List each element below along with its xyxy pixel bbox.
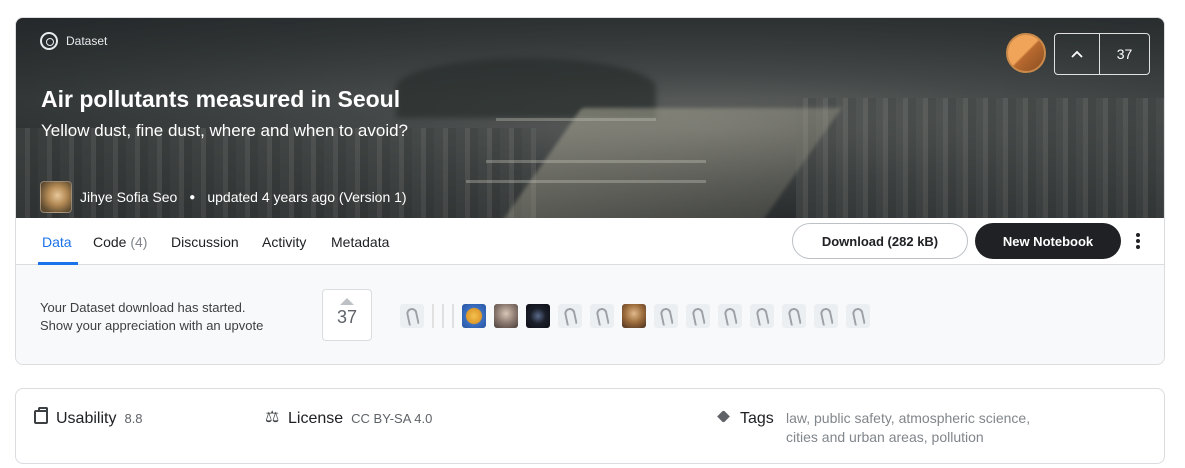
tag-link[interactable]: public safety [814, 410, 891, 426]
voter-avatar[interactable] [462, 304, 486, 328]
tag-link[interactable]: atmospheric science [899, 410, 1027, 426]
usability-item: Usability 8.8 [34, 407, 143, 428]
dataset-icon [40, 32, 58, 50]
voter-avatar [432, 304, 434, 328]
updated-text: updated 4 years ago (Version 1) [207, 189, 407, 205]
banner-river [490, 108, 842, 218]
dataset-subtitle: Yellow dust, fine dust, where and when t… [41, 121, 409, 140]
dataset-info-card: Usability 8.8 License CC BY-SA 4.0 Tags … [15, 388, 1165, 464]
voter-avatar[interactable] [750, 304, 774, 328]
tag-link[interactable]: law [786, 410, 806, 426]
upvote-button[interactable]: 37 [1054, 33, 1150, 75]
banner-city-right [796, 98, 1164, 218]
tag-icon [718, 410, 732, 424]
voter-avatar[interactable] [526, 304, 550, 328]
dataset-title: Air pollutants measured in Seoul [41, 86, 401, 112]
notice-line-1: Your Dataset download has started. [40, 300, 246, 315]
voter-avatar[interactable] [686, 304, 710, 328]
license-item: License CC BY-SA 4.0 [265, 407, 432, 428]
voter-avatar[interactable] [718, 304, 742, 328]
notice-text: Your Dataset download has started. Show … [40, 299, 263, 335]
dataset-type-label: Dataset [40, 32, 107, 50]
tags-label: Tags [740, 410, 774, 427]
separator-dot: ● [189, 191, 196, 203]
banner-bridge [496, 118, 656, 121]
voter-avatar[interactable] [622, 304, 646, 328]
voter-avatars [400, 304, 870, 328]
tag-link[interactable]: cities and urban areas [786, 429, 924, 445]
notice-upvote-count: 37 [336, 307, 358, 327]
voter-avatar [442, 304, 444, 328]
tags-item: Tags [718, 409, 774, 428]
new-notebook-button[interactable]: New Notebook [975, 223, 1121, 259]
banner-bridge [486, 160, 706, 163]
license-label: License [288, 410, 344, 427]
license-value[interactable]: CC BY-SA 4.0 [351, 411, 432, 426]
notice-line-2: Show your appreciation with an upvote [40, 318, 264, 333]
voter-avatar[interactable] [494, 304, 518, 328]
voter-avatar [452, 304, 454, 328]
voter-avatar[interactable] [590, 304, 614, 328]
usability-icon [34, 407, 48, 424]
tab-code-label: Code [93, 234, 127, 250]
dataset-card: Dataset Air pollutants measured in Seoul… [15, 17, 1165, 365]
notice-upvote-button[interactable]: 37 [322, 289, 372, 341]
voter-avatar[interactable] [782, 304, 806, 328]
tags-list: law, public safety, atmospheric science,… [786, 410, 1031, 445]
voter-avatar[interactable] [654, 304, 678, 328]
tab-metadata[interactable]: Metadata [331, 234, 389, 250]
tab-activity[interactable]: Activity [262, 234, 306, 250]
tab-data[interactable]: Data [42, 234, 72, 250]
voter-avatar[interactable] [558, 304, 582, 328]
tab-discussion[interactable]: Discussion [171, 234, 239, 250]
banner-bridge [466, 180, 706, 183]
download-notice: Your Dataset download has started. Show … [16, 265, 1164, 364]
upvote-count: 37 [1116, 46, 1133, 62]
author-line: Jihye Sofia Seo ● updated 4 years ago (V… [40, 181, 407, 213]
license-icon [265, 407, 280, 427]
voter-avatar[interactable] [846, 304, 870, 328]
usability-value: 8.8 [124, 411, 143, 426]
owner-avatar[interactable] [1006, 33, 1046, 73]
tab-bar: Data Code (4) Discussion Activity Metada… [16, 218, 1164, 265]
dataset-type-text: Dataset [66, 34, 108, 48]
author-name[interactable]: Jihye Sofia Seo [80, 189, 177, 205]
hero-banner: Dataset Air pollutants measured in Seoul… [16, 18, 1164, 218]
author-avatar[interactable] [40, 181, 72, 213]
download-button[interactable]: Download (282 kB) [792, 223, 968, 259]
more-vert-icon[interactable] [1130, 231, 1146, 251]
voter-avatar[interactable] [400, 304, 424, 328]
upvote-arrow-icon [340, 298, 354, 305]
upvote-arrow-icon[interactable] [1055, 34, 1100, 74]
voter-avatar[interactable] [814, 304, 838, 328]
tab-code[interactable]: Code (4) [93, 234, 147, 250]
tag-link[interactable]: pollution [932, 429, 984, 445]
usability-label: Usability [56, 410, 117, 427]
tab-code-count: (4) [130, 234, 148, 250]
